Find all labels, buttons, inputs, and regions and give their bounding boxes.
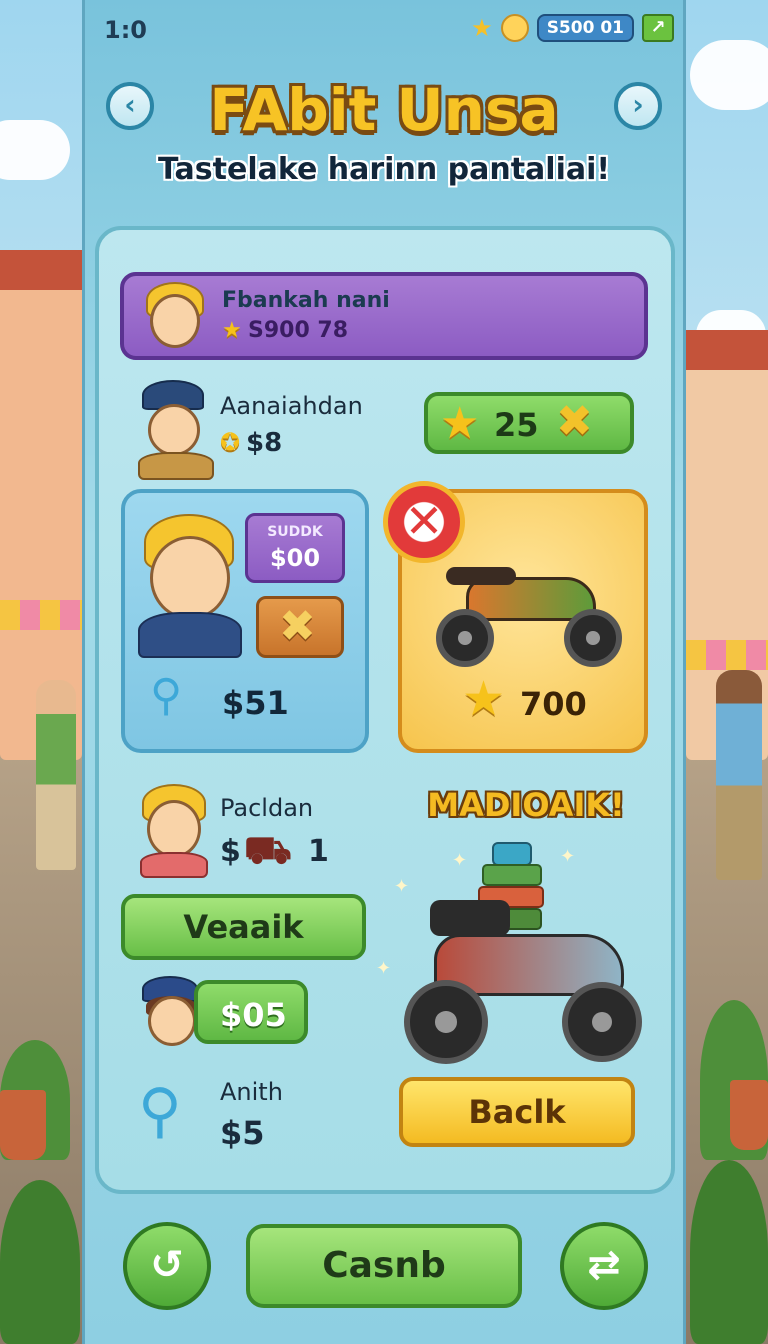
primary-action-button[interactable]: Veaaik xyxy=(121,894,366,960)
coin-balance: S500 01 xyxy=(536,14,634,42)
player-name: Fbankah nani xyxy=(222,288,390,313)
share-button[interactable]: ⇄ xyxy=(560,1222,648,1310)
status-right: ★ S500 01 ↗ xyxy=(471,14,674,42)
ticket-icon: ✖ xyxy=(279,601,316,652)
main-button[interactable]: Casnb xyxy=(246,1224,522,1308)
awning-right xyxy=(686,640,768,670)
character-body xyxy=(140,852,208,878)
star-icon: ★ xyxy=(222,318,242,343)
character-avatar xyxy=(148,996,196,1046)
star-icon: ★ xyxy=(471,14,493,42)
player-bar[interactable]: Fbankah nani ★ S900 78 xyxy=(120,272,648,360)
page-title: FAbit Unsa xyxy=(209,76,559,144)
character-body xyxy=(138,452,214,480)
motorcycle-image xyxy=(436,547,626,667)
offer-amount: $51 xyxy=(222,684,289,722)
magnifier-icon: ⚲ xyxy=(138,1076,182,1146)
cloud xyxy=(0,120,70,180)
player-avatar[interactable] xyxy=(500,14,529,42)
arrow-icon[interactable]: ↗ xyxy=(642,14,674,42)
player-avatar-icon xyxy=(150,294,200,348)
roof-left xyxy=(0,250,82,290)
status-bar: 1:0 ★ S500 01 ↗ xyxy=(100,10,680,48)
ticket-button[interactable]: ✖ xyxy=(256,596,344,658)
pedestrian-left xyxy=(36,680,76,870)
showcase-label: MADIOAIK! xyxy=(427,786,625,824)
player-score: S900 78 xyxy=(248,318,349,343)
suitcase xyxy=(482,864,542,886)
sparkle-icon: ✦ xyxy=(452,850,468,871)
character-amount-suffix: 1 xyxy=(308,834,329,869)
cloud xyxy=(690,40,768,110)
back-button[interactable]: Baclk xyxy=(399,1077,635,1147)
undo-icon: ↺ xyxy=(150,1242,184,1288)
character-avatar xyxy=(147,800,201,858)
ticket-icon: ✖ xyxy=(556,396,593,447)
coin-icon: ✪ xyxy=(220,428,241,456)
plant-bottom-right xyxy=(690,1160,768,1344)
character-amount: $8 xyxy=(246,428,283,458)
motorcycle-wheel xyxy=(404,980,488,1064)
offer-avatar-body xyxy=(138,612,242,658)
character-name: Aanaiahdan xyxy=(220,392,363,420)
character-name: Pacldan xyxy=(220,794,314,822)
motorcycle-wheel xyxy=(564,609,622,667)
offer-avatar xyxy=(150,536,230,620)
undo-button[interactable]: ↺ xyxy=(123,1222,211,1310)
prize-value: 700 xyxy=(520,685,587,723)
sparkle-icon: ✦ xyxy=(560,846,576,867)
motorcycle-wheel xyxy=(436,609,494,667)
price-tag-label: SUDDK xyxy=(267,524,323,540)
plant-bottom-left xyxy=(0,1180,80,1344)
cart-icon: ⛟ xyxy=(244,828,292,872)
close-button[interactable]: ✕ xyxy=(383,481,465,563)
reward-pill[interactable]: ★ 25 ✖ xyxy=(424,392,634,454)
pot-right xyxy=(730,1080,768,1150)
pedestrian-right xyxy=(716,670,762,880)
magnifier-icon: ⚲ xyxy=(150,670,183,721)
motorcycle-seat xyxy=(446,567,516,585)
star-icon: ★ xyxy=(440,398,480,449)
star-icon: ★ xyxy=(462,671,506,727)
character-amount-prefix: $ xyxy=(220,834,241,869)
item-amount: $5 xyxy=(220,1114,265,1152)
motorcycle-wheel xyxy=(562,982,642,1062)
suitcase xyxy=(492,842,532,866)
share-icon: ⇄ xyxy=(587,1242,621,1288)
amount-value: $05 xyxy=(220,996,287,1034)
clock: 1:0 xyxy=(104,16,147,44)
sparkle-icon: ✦ xyxy=(394,876,410,897)
page-subtitle: Tastelake harinn pantaliai! xyxy=(157,152,611,187)
character-avatar xyxy=(148,404,200,456)
price-tag: SUDDK $00 xyxy=(245,513,345,583)
sparkle-icon: ✦ xyxy=(376,958,392,979)
price-tag-value: $00 xyxy=(269,544,321,572)
pot-left xyxy=(0,1090,46,1160)
reward-value: 25 xyxy=(494,406,539,444)
roof-right xyxy=(686,330,768,370)
amount-pill[interactable]: $05 xyxy=(194,980,308,1044)
awning-left xyxy=(0,600,82,630)
item-name: Anith xyxy=(220,1078,283,1106)
motorcycle-seat xyxy=(430,900,510,936)
showcase-motorcycle xyxy=(394,900,650,1066)
